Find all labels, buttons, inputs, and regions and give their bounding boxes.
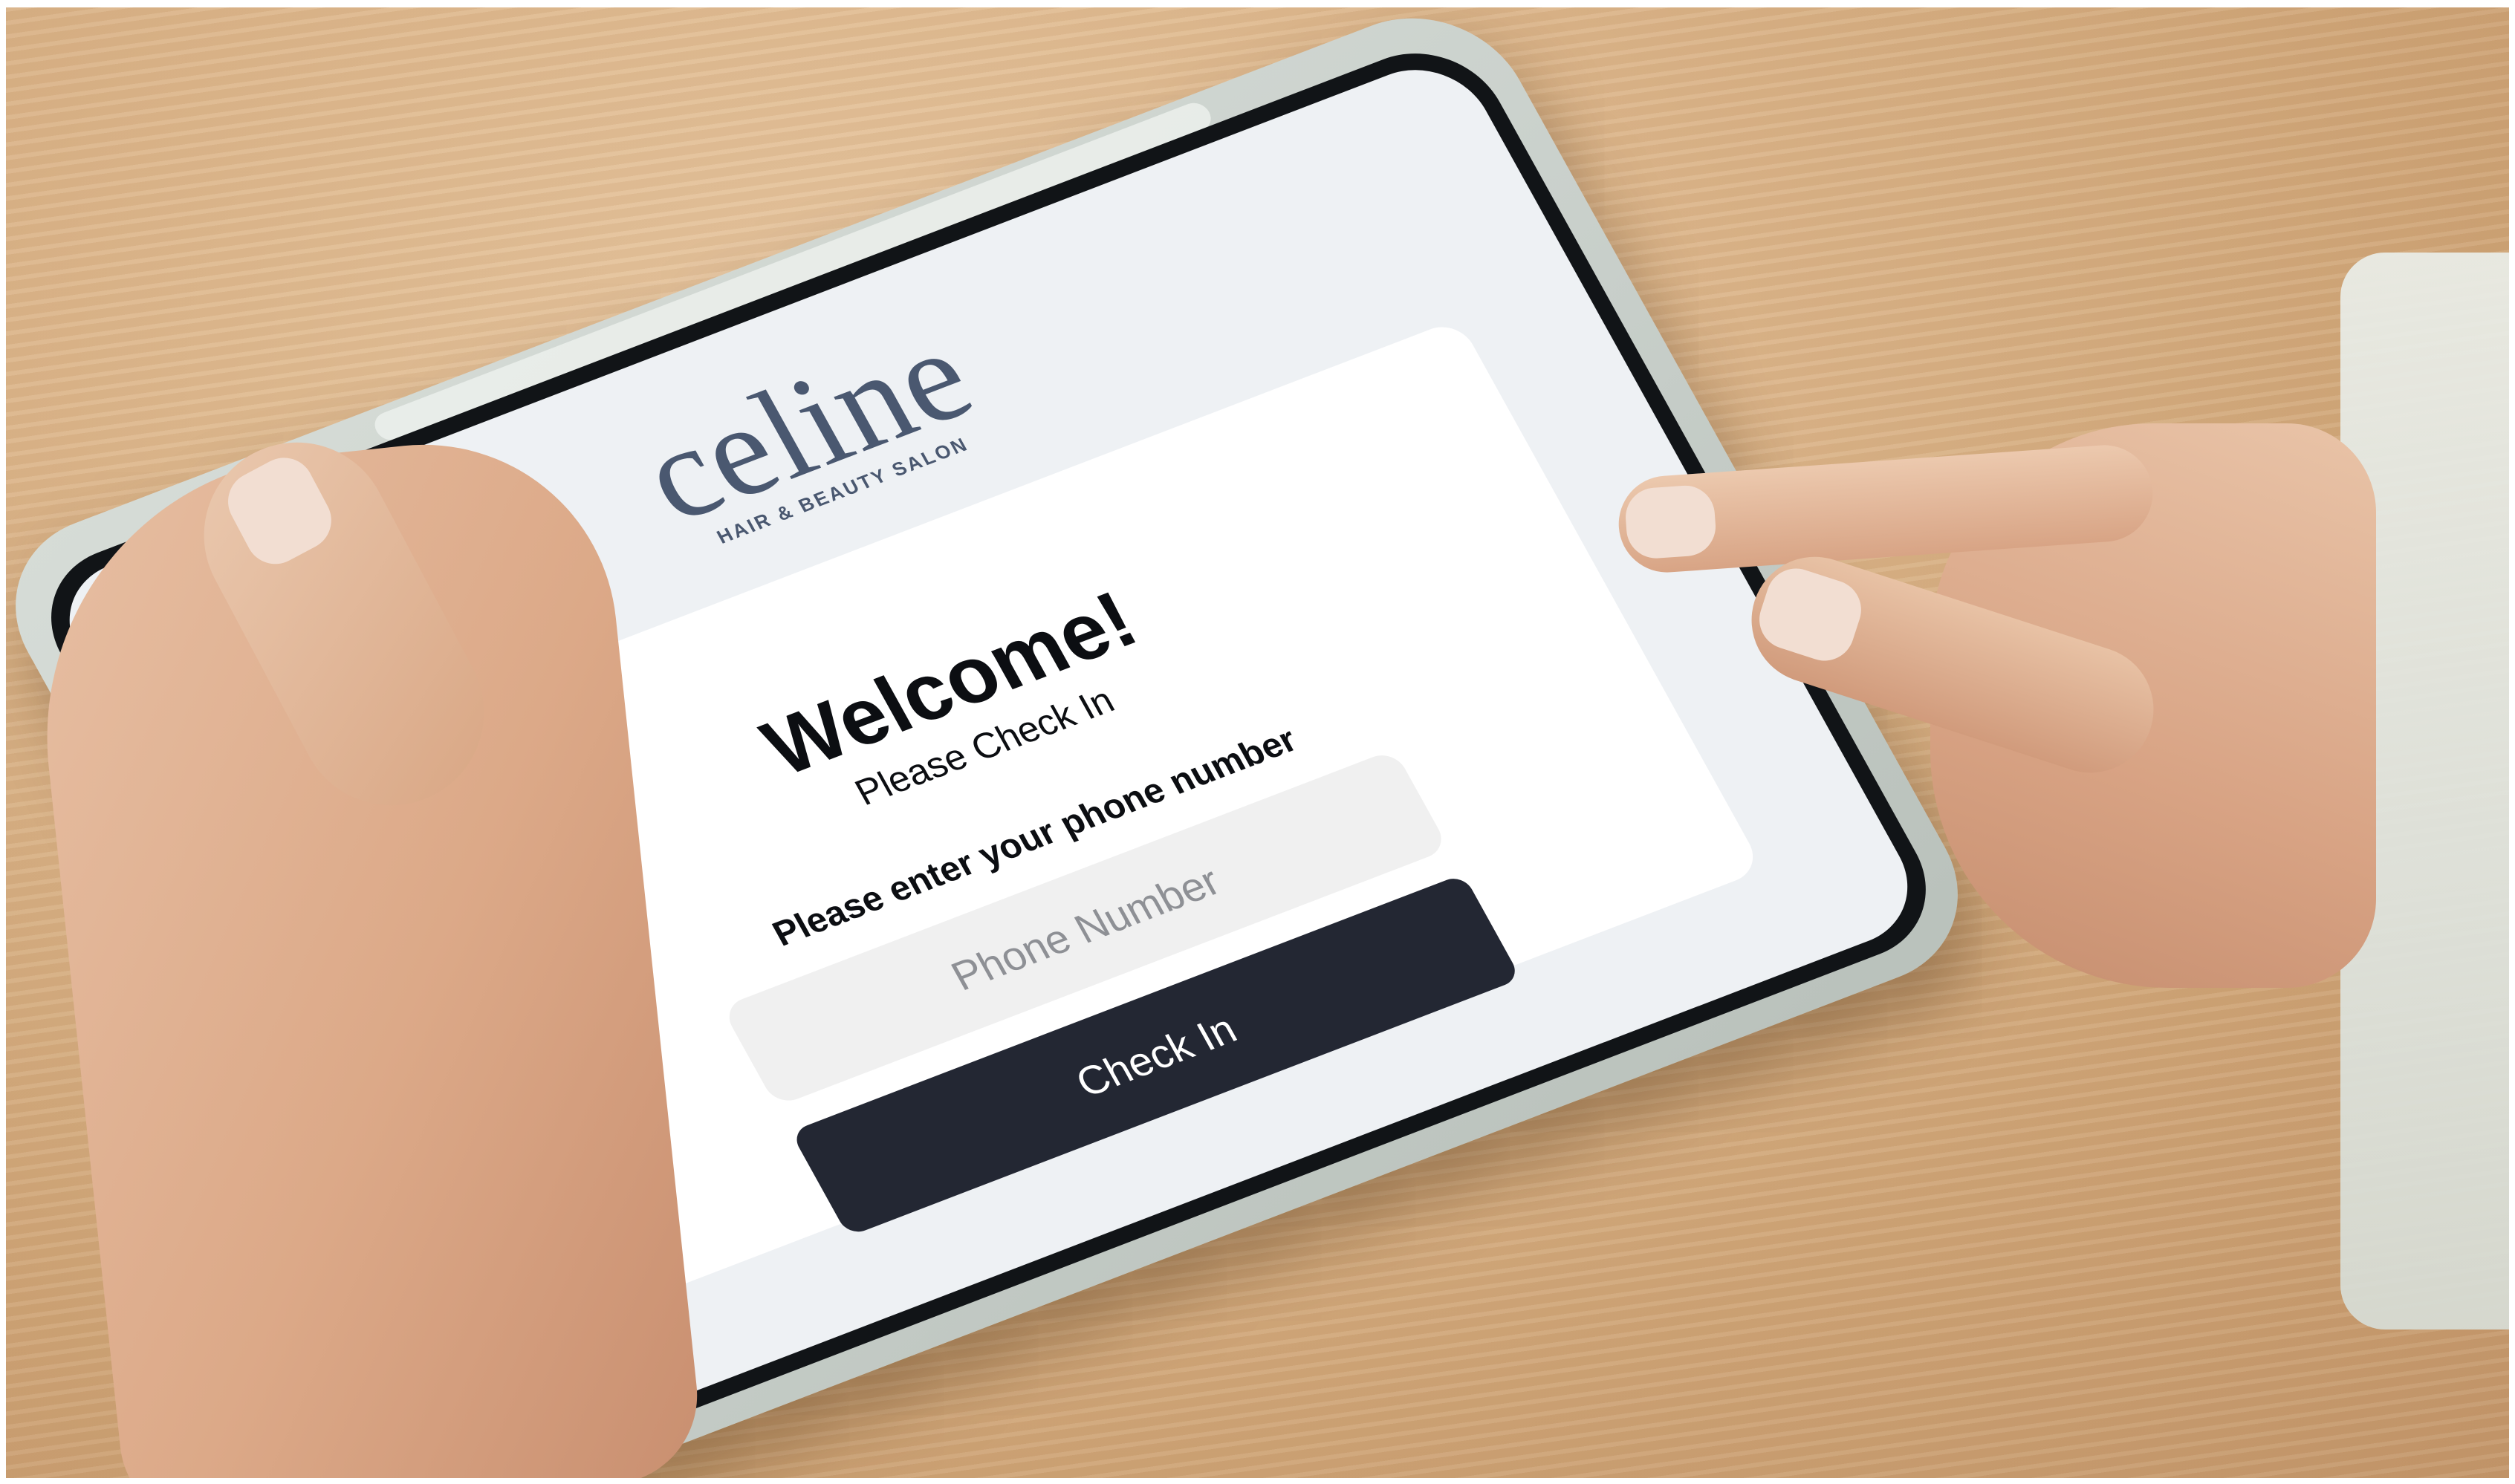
left-thumbnail [217, 447, 342, 575]
right-index-nail [1623, 484, 1718, 561]
background-photo: celine HAIR & BEAUTY SALON Welcome! Plea… [6, 7, 2509, 1478]
right-thumbnail [1751, 561, 1869, 668]
